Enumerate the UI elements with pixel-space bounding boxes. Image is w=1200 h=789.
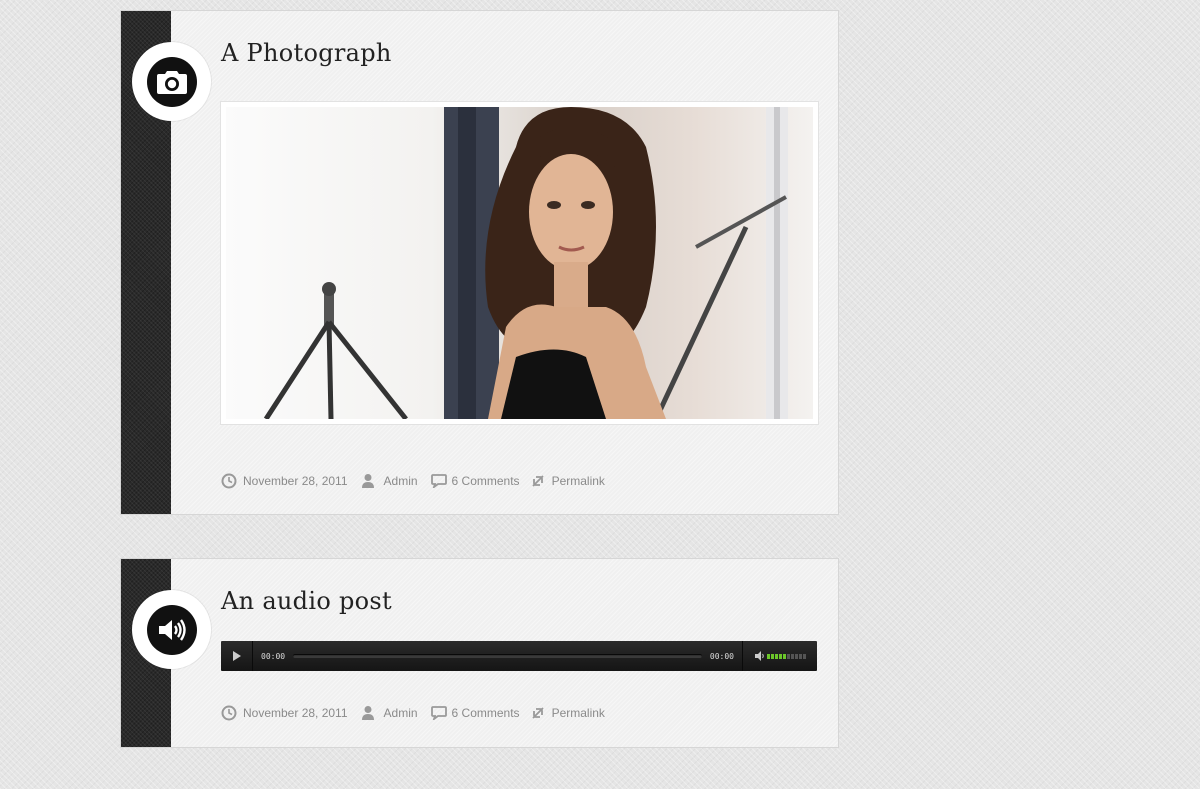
post-meta: November 28, 2011 Admin 6 Comments Perma… [221, 704, 616, 722]
volume-bar[interactable] [791, 653, 794, 659]
post-type-badge [132, 42, 211, 121]
link-icon [531, 475, 544, 487]
speaker-icon [158, 618, 186, 641]
volume-bar[interactable] [771, 653, 774, 659]
post-audio: An audio post 00:00 00:00 November 28, 2… [120, 558, 839, 748]
volume-bars[interactable] [767, 653, 807, 659]
meta-author-text: Admin [383, 474, 418, 488]
user-icon [361, 474, 374, 488]
play-icon [232, 651, 241, 661]
clock-icon [221, 473, 237, 489]
post-photo: A Photograph November 28, 2011 Admin 6 C… [120, 10, 839, 515]
camera-icon [156, 70, 187, 94]
meta-permalink-text: Permalink [551, 706, 605, 720]
meta-date-text: November 28, 2011 [243, 474, 348, 488]
audio-player: 00:00 00:00 [221, 641, 817, 671]
volume-bar[interactable] [783, 653, 786, 659]
meta-permalink-text: Permalink [551, 474, 605, 488]
clock-icon [221, 705, 237, 721]
volume-bar[interactable] [795, 653, 798, 659]
meta-permalink[interactable]: Permalink [530, 473, 605, 489]
meta-date[interactable]: November 28, 2011 [221, 705, 348, 721]
user-icon [361, 706, 374, 720]
meta-comments[interactable]: 6 Comments [430, 706, 520, 720]
meta-permalink[interactable]: Permalink [530, 705, 605, 721]
meta-comments-text: 6 Comments [451, 706, 520, 720]
volume-bar[interactable] [799, 653, 802, 659]
play-button[interactable] [221, 641, 253, 671]
comment-icon [430, 474, 447, 488]
post-type-badge [132, 590, 211, 669]
volume-bar[interactable] [775, 653, 778, 659]
post-photo-image[interactable] [226, 107, 813, 419]
meta-date[interactable]: November 28, 2011 [221, 473, 348, 489]
duration-time: 00:00 [709, 651, 734, 661]
volume-control[interactable] [742, 641, 817, 671]
post-photo-frame [221, 102, 818, 424]
post-meta: November 28, 2011 Admin 6 Comments Perma… [221, 472, 616, 490]
meta-author-text: Admin [383, 706, 418, 720]
volume-bar[interactable] [787, 653, 790, 659]
current-time: 00:00 [261, 651, 286, 661]
audio-progress-track[interactable] [293, 654, 702, 658]
meta-comments-text: 6 Comments [451, 474, 520, 488]
volume-bar[interactable] [803, 653, 806, 659]
post-title[interactable]: A Photograph [221, 39, 392, 67]
link-icon [531, 707, 544, 719]
post-title[interactable]: An audio post [221, 587, 392, 615]
volume-bar[interactable] [779, 653, 782, 659]
meta-author[interactable]: Admin [361, 473, 418, 489]
meta-date-text: November 28, 2011 [243, 706, 348, 720]
meta-author[interactable]: Admin [361, 705, 418, 721]
comment-icon [430, 706, 447, 720]
volume-bar[interactable] [767, 653, 770, 659]
meta-comments[interactable]: 6 Comments [430, 474, 520, 488]
volume-icon [755, 651, 764, 661]
